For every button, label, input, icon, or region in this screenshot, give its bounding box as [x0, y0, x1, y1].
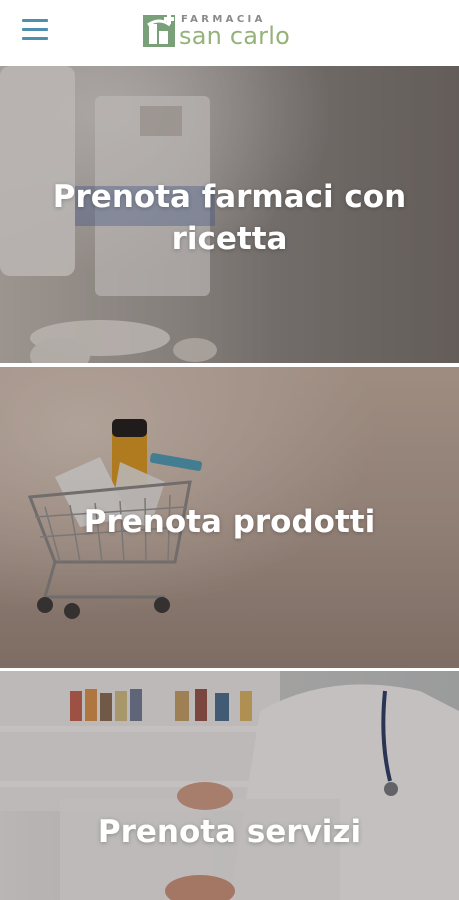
- logo-main-text: san carlo: [179, 22, 290, 50]
- pharmacy-logo: FARMACIA san carlo: [143, 12, 323, 52]
- tile-prescription-booking[interactable]: Prenota farmaci con ricetta: [0, 66, 459, 363]
- tile-title: Prenota prodotti: [83, 504, 376, 540]
- tile-services-booking[interactable]: Prenota servizi: [0, 671, 459, 900]
- menu-button[interactable]: [18, 16, 52, 44]
- pharmacy-cross-logo-icon: [143, 15, 175, 47]
- tile-overlay: [0, 671, 459, 900]
- app-header: FARMACIA san carlo: [0, 0, 459, 66]
- tile-title: Prenota servizi: [97, 814, 362, 850]
- tile-title: Prenota farmaci con ricetta: [52, 179, 407, 257]
- tile-products-booking[interactable]: Prenota prodotti: [0, 367, 459, 668]
